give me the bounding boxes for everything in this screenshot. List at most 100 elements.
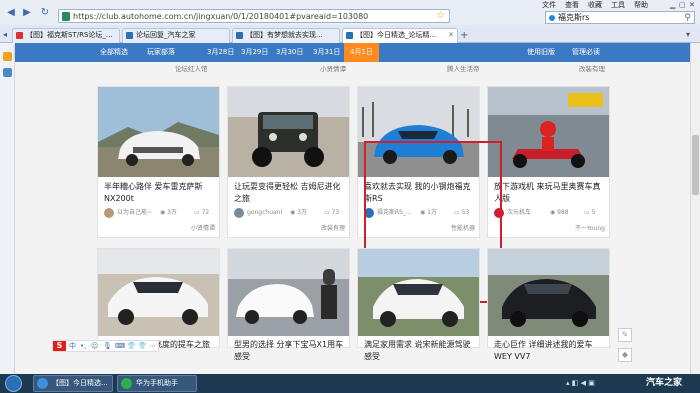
view-count-value: 3万 <box>297 209 307 216</box>
tab-list-icon[interactable]: ▾ <box>686 29 690 41</box>
favorites-sidebar-icon[interactable] <box>3 52 12 61</box>
post-thumbnail[interactable] <box>98 87 219 177</box>
menu-help[interactable]: 帮助 <box>634 1 648 9</box>
comment-count: ▭ 5 <box>584 208 595 218</box>
ime-chinese-mode[interactable]: 中 <box>69 341 76 351</box>
post-title[interactable]: 让玩耍变得更轻松 吉姆尼进化之旅 <box>234 181 346 205</box>
ime-punctuation[interactable]: •, <box>80 341 86 351</box>
tab-scroll-left-icon[interactable]: ◂ <box>3 29 7 41</box>
post-thumbnail[interactable] <box>228 87 349 177</box>
tab-label: 【图】有梦想就去实现... <box>246 31 323 39</box>
post-author[interactable]: 次元机车 <box>507 208 547 218</box>
post-thumbnail[interactable] <box>358 249 479 336</box>
menu-tools[interactable]: 工具 <box>611 1 625 9</box>
avatar[interactable] <box>104 208 114 218</box>
tab-daily-picks[interactable]: 【图】今日精选_论坛精... ✕ <box>342 28 458 43</box>
menu-view[interactable]: 查看 <box>565 1 579 9</box>
post-card[interactable]: 型男的选择 分享下宝马X1用车感受 <box>227 248 350 361</box>
post-title[interactable]: 满足家用需求 说宋新能源驾驶感受 <box>364 339 476 363</box>
post-title[interactable]: 半年糟心路伴 爱车雷克萨斯NX200t <box>104 181 216 205</box>
search-icon[interactable]: ⚲ <box>684 13 691 23</box>
browser-search-box[interactable]: 福克斯rs ⚲ <box>545 11 695 24</box>
tray-ime-icon[interactable]: ▣ <box>588 379 595 387</box>
avatar[interactable] <box>234 208 244 218</box>
tray-network-icon[interactable]: ◧ <box>572 379 579 387</box>
minimize-icon[interactable]: ▁ <box>670 1 675 9</box>
post-thumbnail[interactable] <box>228 249 349 336</box>
post-meta: gongchuanl ◉ 3万 ▭ 73 <box>234 208 346 218</box>
tab-close-icon[interactable]: ✕ <box>448 29 454 42</box>
tray-volume-icon[interactable]: ◀ <box>581 379 586 387</box>
address-bar[interactable]: https://club.autohome.com.cn/jingxuan/0/… <box>58 9 450 23</box>
start-button-icon[interactable] <box>5 375 22 392</box>
nav-date-0328[interactable]: 3月28日 <box>207 43 234 62</box>
post-thumbnail[interactable] <box>488 87 609 177</box>
taskbar-label: 【图】今日精选... <box>52 379 108 387</box>
search-query: 福克斯rs <box>558 13 590 22</box>
post-author[interactable]: 以为自己能~ <box>117 208 157 218</box>
nav-date-0401[interactable]: 4月1日 <box>344 43 379 62</box>
comment-icon: ▭ <box>324 209 332 216</box>
refresh-icon[interactable]: ↻ <box>38 7 52 19</box>
maximize-icon[interactable]: ▢ <box>679 1 686 9</box>
post-title[interactable]: 型男的选择 分享下宝马X1用车感受 <box>234 339 346 363</box>
menu-favorites[interactable]: 收藏 <box>588 1 602 9</box>
menu-file[interactable]: 文件 <box>542 1 556 9</box>
scrollbar-thumb[interactable] <box>692 135 699 195</box>
nav-old-version[interactable]: 使用旧版 <box>527 43 555 62</box>
post-card[interactable]: 走心巨作 详细讲述我的爱车WEY VV7 <box>487 248 610 361</box>
nav-admin-guide[interactable]: 管理必读 <box>572 43 600 62</box>
post-card[interactable]: 让玩耍变得更轻松 吉姆尼进化之旅 gongchuanl ◉ 3万 ▭ 73 改装… <box>227 86 350 238</box>
post-title[interactable]: 放下游戏机 来玩马里奥赛车真人版 <box>494 181 606 205</box>
ime-more-icon[interactable]: ⋯ <box>149 341 156 351</box>
tab-dream-post[interactable]: 【图】有梦想就去实现... <box>232 28 340 43</box>
tab-fordrs-forum[interactable]: 【图】福克斯ST/RS论坛_... <box>12 28 120 43</box>
tab-forum-reply[interactable]: 论坛回复_汽车之家 <box>122 28 230 43</box>
post-card[interactable]: 半年糟心路伴 爱车雷克萨斯NX200t 以为自己能~ ◉ 3万 ▭ 72 小贤情… <box>97 86 220 238</box>
taskbar-huawei-assistant[interactable]: 华为手机助手 <box>117 375 197 392</box>
nav-date-0329[interactable]: 3月29日 <box>241 43 268 62</box>
nav-date-0331[interactable]: 3月31日 <box>313 43 340 62</box>
ime-voice-icon[interactable]: 🎙 <box>103 341 112 351</box>
page-scrollbar[interactable] <box>690 43 700 374</box>
secure-lock-icon <box>62 12 70 21</box>
tray-up-icon[interactable]: ▴ <box>566 379 570 387</box>
post-card[interactable]: 聊飞度的提车之旅 <box>97 248 220 349</box>
taskbar-label: 华为手机助手 <box>136 379 178 387</box>
tab-label: 【图】今日精选_论坛精... <box>356 31 437 39</box>
post-category[interactable]: 小贤情谭 <box>191 225 215 233</box>
section-caption: 论坛红人馆 <box>175 65 208 73</box>
nav-player-tribe[interactable]: 玩家部落 <box>147 43 175 62</box>
comment-count: ▭ 72 <box>194 208 209 218</box>
view-count-value: 3万 <box>167 209 177 216</box>
history-sidebar-icon[interactable] <box>3 68 12 77</box>
post-title[interactable]: 走心巨作 详细讲述我的爱车WEY VV7 <box>494 339 606 363</box>
post-category[interactable]: 改装有理 <box>321 225 345 233</box>
post-author[interactable]: gongchuanl <box>247 208 287 218</box>
close-window-icon[interactable]: ✕ <box>689 1 695 9</box>
view-count-value: 988 <box>557 209 569 216</box>
favorite-star-icon[interactable]: ☆ <box>436 10 445 22</box>
taskbar-browser[interactable]: 【图】今日精选... <box>33 375 113 392</box>
nav-all-picks[interactable]: 全部精选 <box>100 43 128 62</box>
post-thumbnail[interactable] <box>488 249 609 336</box>
post-card[interactable]: 满足家用需求 说宋新能源驾驶感受 <box>357 248 480 361</box>
post-card[interactable]: 放下游戏机 来玩马里奥赛车真人版 次元机车 ◉ 988 ▭ 5 不一Young <box>487 86 610 238</box>
ime-skin-icon[interactable]: 👕 <box>127 341 136 351</box>
comment-count-value: 72 <box>201 209 210 216</box>
view-count: ◉ 3万 <box>290 208 307 218</box>
sogou-logo-icon[interactable]: S <box>53 341 66 351</box>
tab-favicon <box>126 32 133 39</box>
ime-keyboard-icon[interactable]: ⌨ <box>115 341 125 351</box>
feedback-icon[interactable]: ✎ <box>618 328 632 342</box>
back-icon[interactable]: ◀ <box>4 7 18 19</box>
post-category[interactable]: 不一Young <box>575 225 605 233</box>
nav-date-0330[interactable]: 3月30日 <box>276 43 303 62</box>
post-thumbnail[interactable] <box>98 249 219 336</box>
back-to-top-icon[interactable]: ◆ <box>618 348 632 362</box>
ime-tools-icon[interactable]: 👕 <box>138 341 147 351</box>
forward-icon[interactable]: ▶ <box>20 7 34 19</box>
new-tab-icon[interactable]: + <box>460 30 468 42</box>
section-caption: 改装有理 <box>579 65 605 73</box>
ime-emoji-icon[interactable]: ☺ <box>91 341 98 351</box>
